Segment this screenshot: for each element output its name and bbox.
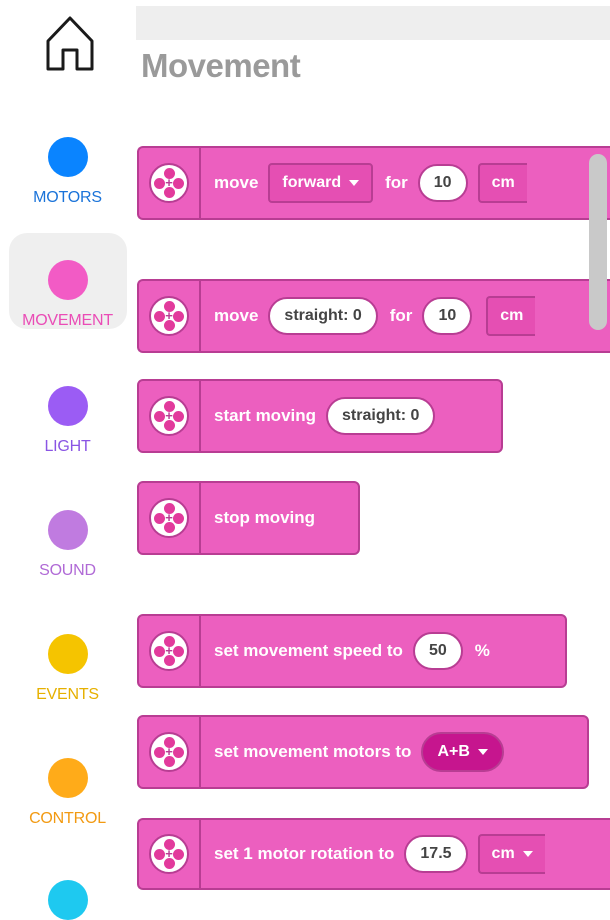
category-label: MOVEMENT [22,312,113,329]
category-light[interactable]: LIGHT [0,386,135,456]
unit-dropdown[interactable]: cm [486,296,536,336]
movement-icon: + [139,483,201,553]
category-label: CONTROL [29,810,106,827]
category-label: SOUND [39,562,96,579]
movement-icon: + [139,820,201,888]
category-control[interactable]: CONTROL [0,758,135,828]
block-set-motor-rotation[interactable]: + set 1 motor rotation to 17.5 cm [137,818,610,890]
distance-input[interactable]: 10 [417,164,468,202]
block-text: move [214,173,259,192]
unit-dropdown[interactable]: cm [477,163,527,203]
block-text: for [389,306,413,325]
category-label: MOTORS [33,189,102,206]
block-move-steering[interactable]: + move straight: 0 for 10 cm [137,279,610,353]
block-text: move [214,306,259,325]
block-start-moving[interactable]: + start moving straight: 0 [137,379,503,453]
palette-title: Movement [141,47,301,84]
movement-icon: + [139,717,201,787]
speed-input[interactable]: 50 [412,632,463,670]
category-movement[interactable]: MOVEMENT [9,233,127,329]
category-sound[interactable]: SOUND [0,510,135,580]
chevron-down-icon [477,748,488,755]
block-text: for [385,173,408,192]
chevron-down-icon [522,850,533,857]
events-dot [47,634,88,674]
unit-dropdown[interactable]: cm [477,834,545,874]
palette-toolbar [136,6,610,40]
direction-dropdown[interactable]: forward [268,163,374,203]
category-label: EVENTS [36,686,99,703]
movement-icon: + [139,381,201,451]
sensors-dot [47,880,88,920]
distance-input[interactable]: 10 [422,297,473,335]
rotation-input[interactable]: 17.5 [404,835,468,873]
category-sensors[interactable] [0,880,135,920]
sound-dot [47,510,88,550]
block-stop-moving[interactable]: + stop moving [137,481,360,555]
steering-input[interactable]: straight: 0 [326,397,436,435]
block-text: set movement motors to [214,742,412,761]
motors-dot [47,137,88,177]
movement-icon: + [139,148,201,218]
movement-dot [48,260,88,300]
movement-icon: + [139,281,201,351]
movement-icon: + [139,616,201,686]
block-text: set 1 motor rotation to [214,844,395,863]
motor-pair-dropdown[interactable]: A+B [421,732,504,772]
dropdown-value: A+B [437,743,470,760]
chevron-down-icon [349,179,360,186]
block-text: start moving [214,406,317,425]
block-set-movement-speed[interactable]: + set movement speed to 50 % [137,614,567,688]
palette-scrollbar[interactable] [589,154,607,330]
block-move-direction[interactable]: + move forward for 10 cm [137,146,610,220]
dropdown-value: cm [491,845,515,862]
category-label: LIGHT [44,438,91,455]
block-text: set movement speed to [214,641,403,660]
home-icon[interactable] [44,14,96,72]
category-events[interactable]: EVENTS [0,634,135,704]
control-dot [47,758,88,798]
block-text: stop moving [214,508,316,527]
block-set-movement-motors[interactable]: + set movement motors to A+B [137,715,589,789]
category-motors[interactable]: MOTORS [0,137,135,207]
steering-input[interactable]: straight: 0 [268,297,378,335]
block-text: % [474,641,490,660]
light-dot [47,386,88,426]
dropdown-value: forward [282,174,342,191]
